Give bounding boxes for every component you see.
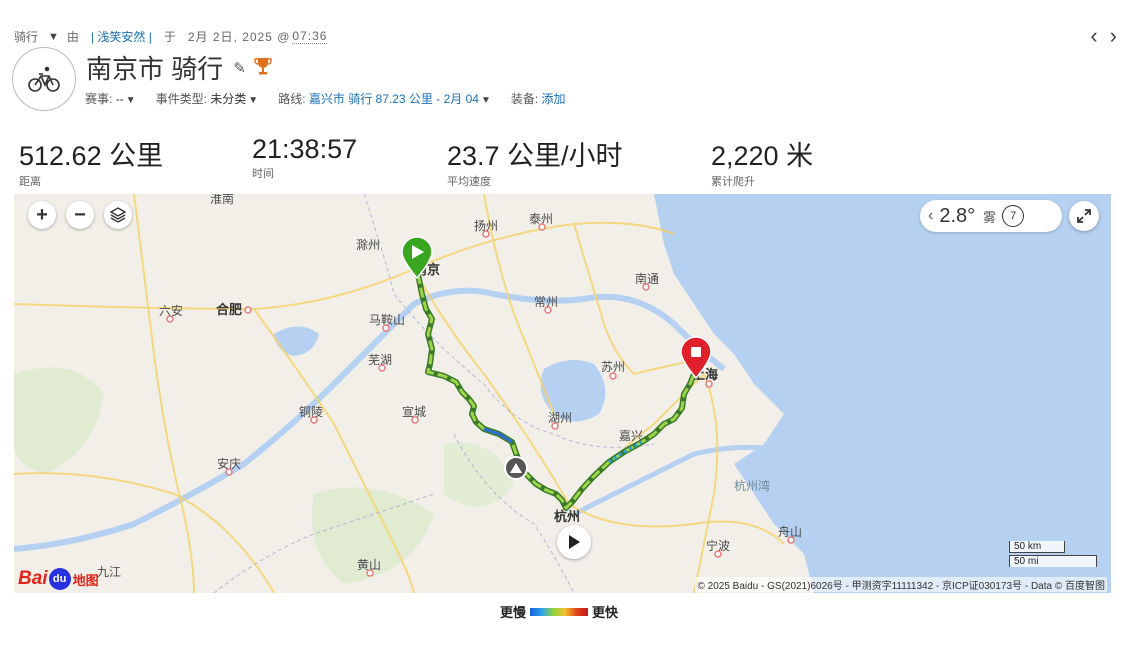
activity-meta: 赛事: -- ▼ 事件类型: 未分类 ▼ 路线: 嘉兴市 骑行 87.23 公里 -… <box>85 90 566 107</box>
course-dropdown-icon: ▼ <box>480 95 491 106</box>
svg-text:合肥: 合肥 <box>216 302 242 317</box>
activity-type-dropdown-icon[interactable]: ▼ <box>48 31 59 43</box>
trophy-icon[interactable] <box>254 52 272 83</box>
play-route-button[interactable] <box>557 525 591 559</box>
event-field[interactable]: 赛事: -- ▼ <box>85 90 136 107</box>
svg-text:铜陵: 铜陵 <box>299 404 323 419</box>
zoom-in-button[interactable]: + <box>28 201 56 229</box>
route-map[interactable]: 淮南 扬州 泰州 滁州 南京 南通 六安 合肥 马鞍山 常州 芜湖 苏州 上海 … <box>14 194 1111 593</box>
weather-condition: 雾 <box>983 209 997 225</box>
activity-title: 南京市 骑行 <box>86 54 224 84</box>
legend-slow-label: 更慢 <box>500 605 527 620</box>
event-type-field[interactable]: 事件类型: 未分类 ▼ <box>156 90 259 107</box>
play-icon <box>569 535 580 549</box>
stat-value: 23.7 公里/小时 <box>447 141 623 171</box>
scale-mi: 50 mi <box>1009 555 1097 567</box>
stat-distance: 512.62 公里 距离 <box>19 134 163 189</box>
activity-time[interactable]: 07:36 <box>292 29 328 44</box>
weather-temperature: 2.8° <box>939 204 976 227</box>
cycling-avatar-icon <box>12 47 76 111</box>
map-layers-button[interactable] <box>104 201 132 229</box>
user-link[interactable]: | 浅笑安然 | <box>91 28 152 45</box>
wind-speed-icon: 7 <box>1002 205 1025 227</box>
gear-field: 装备: 添加 <box>510 92 566 106</box>
baidu-logo: Bai du 地图 <box>18 568 99 590</box>
svg-text:杭州湾: 杭州湾 <box>734 478 770 493</box>
edit-title-icon[interactable]: ✎ <box>233 59 246 77</box>
stat-value: 512.62 公里 <box>19 141 164 171</box>
event-type-dropdown-icon: ▼ <box>248 95 259 106</box>
svg-text:苏州: 苏州 <box>601 360 625 374</box>
legend-fast-label: 更快 <box>592 605 619 620</box>
activity-date: 2月 2日, 2025 @ <box>187 30 291 44</box>
stat-label: 时间 <box>252 168 274 180</box>
map-scale: 50 km 50 mi <box>1009 541 1097 567</box>
by-label: 由 <box>66 30 79 44</box>
svg-text:九江: 九江 <box>97 565 121 579</box>
summit-marker-icon <box>504 456 528 480</box>
zoom-out-button[interactable]: − <box>66 201 94 229</box>
stat-elevation-gain: 2,220 米 累计爬升 <box>711 134 813 189</box>
course-link[interactable]: 嘉兴市 骑行 87.23 公里 - 2月 04 <box>309 92 479 106</box>
stat-label: 累计爬升 <box>711 176 755 188</box>
activity-type-label: 骑行 <box>14 30 39 44</box>
weather-widget[interactable]: ‹ 2.8° 雾 7 <box>920 200 1062 232</box>
activity-title-row: 南京市 骑行 ✎ <box>86 49 272 86</box>
add-gear-link[interactable]: 添加 <box>542 92 566 106</box>
svg-text:湖州: 湖州 <box>548 410 572 425</box>
svg-text:滁州: 滁州 <box>356 237 380 252</box>
map-copyright: © 2025 Baidu - GS(2021)6026号 - 甲测资字11111… <box>695 577 1107 592</box>
scale-km: 50 km <box>1009 541 1065 553</box>
event-dropdown-icon: ▼ <box>125 95 136 106</box>
previous-activity-icon[interactable]: ‹ <box>1090 25 1097 47</box>
stat-label: 距离 <box>19 176 41 188</box>
course-field[interactable]: 路线: 嘉兴市 骑行 87.23 公里 - 2月 04 ▼ <box>278 90 491 107</box>
chevron-left-icon[interactable]: ‹ <box>928 207 933 225</box>
layers-icon <box>109 207 127 223</box>
activity-nav: ‹ › <box>1090 25 1117 47</box>
svg-text:芜湖: 芜湖 <box>368 352 392 367</box>
stat-avg-speed: 23.7 公里/小时 平均速度 <box>447 134 623 189</box>
svg-text:淮南: 淮南 <box>210 194 234 206</box>
map-zoom-controls: + − <box>28 201 132 229</box>
on-label: 于 <box>163 30 176 44</box>
svg-text:杭州: 杭州 <box>554 509 580 524</box>
stat-value: 2,220 米 <box>711 141 814 171</box>
stat-time: 21:38:57 时间 <box>252 134 357 181</box>
fullscreen-button[interactable] <box>1069 201 1099 231</box>
expand-icon <box>1077 209 1091 223</box>
speed-legend: 更慢 更快 <box>500 602 618 621</box>
speed-gradient-bar <box>530 607 589 616</box>
stat-label: 平均速度 <box>447 176 491 188</box>
next-activity-icon[interactable]: › <box>1110 25 1117 47</box>
stat-value: 21:38:57 <box>252 134 358 164</box>
activity-breadcrumb: 骑行 ▼ 由 | 浅笑安然 | 于 2月 2日, 2025 @ 07:36 <box>14 28 328 45</box>
